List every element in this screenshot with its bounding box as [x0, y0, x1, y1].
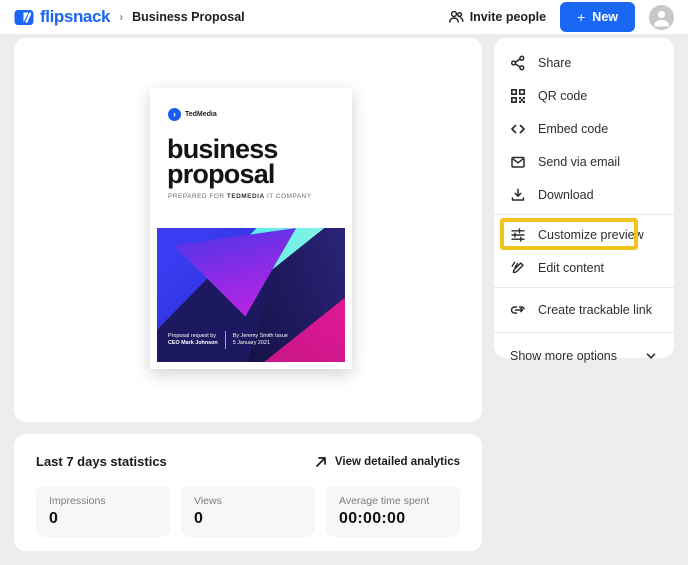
menu-divider [494, 332, 674, 333]
show-more-options[interactable]: Show more options [494, 336, 674, 376]
menu-item-qr-code[interactable]: QR code [494, 79, 674, 112]
menu-item-share[interactable]: Share [494, 46, 674, 79]
flipsnack-logo-icon [14, 9, 35, 26]
breadcrumb-chevron: › [119, 10, 123, 24]
logo-wordmark: flipsnack [40, 7, 110, 27]
user-avatar[interactable] [649, 5, 674, 30]
cover-footer-right: By Jeremy Smith Issue 5 January 2021 [233, 333, 288, 347]
cover-footer-left: Proposal request by CEO Mark Johnson [168, 333, 218, 347]
people-icon [448, 9, 464, 25]
flipsnack-logo[interactable]: flipsnack [14, 7, 110, 27]
qr-code-icon [510, 88, 526, 104]
menu-divider [494, 214, 674, 215]
actions-sidebar: Share QR code Embed code [494, 38, 674, 358]
share-icon [510, 55, 526, 71]
tedmedia-logo: › TedMedia [168, 108, 217, 121]
new-button[interactable]: + New [560, 2, 635, 32]
stats-title: Last 7 days statistics [36, 454, 167, 469]
menu-item-embed-code[interactable]: Embed code [494, 112, 674, 145]
tedmedia-logo-icon: › [168, 108, 181, 121]
flipbook-cover[interactable]: › TedMedia business proposal PREPARED FO… [150, 88, 352, 369]
chevron-down-icon [644, 349, 658, 363]
menu-item-send-email[interactable]: Send via email [494, 145, 674, 178]
arrow-up-right-icon [314, 455, 328, 469]
menu-item-edit-content[interactable]: Edit content [494, 251, 674, 284]
cover-subtitle: PREPARED FOR TEDMEDIA IT COMPANY [168, 193, 312, 200]
plus-icon: + [577, 12, 585, 22]
menu-item-trackable-link[interactable]: Create trackable link [494, 291, 674, 329]
email-icon [510, 154, 526, 170]
invite-people-button[interactable]: Invite people [448, 9, 546, 25]
stat-card-average-time: Average time spent 00:00:00 [326, 486, 460, 537]
menu-item-customize-preview[interactable]: Customize preview [494, 218, 674, 251]
avatar-person-icon [649, 5, 674, 30]
new-button-label: New [592, 10, 618, 24]
cover-artwork: Proposal request by CEO Mark Johnson By … [157, 228, 345, 362]
sliders-icon [510, 227, 526, 243]
trackable-link-icon [510, 302, 526, 318]
stat-card-impressions: Impressions 0 [36, 486, 170, 537]
preview-panel: › TedMedia business proposal PREPARED FO… [14, 38, 482, 422]
menu-item-download[interactable]: Download [494, 178, 674, 211]
top-header: flipsnack › Business Proposal Invite peo… [0, 0, 688, 34]
cover-footer: Proposal request by CEO Mark Johnson By … [168, 331, 288, 349]
cover-page: › TedMedia business proposal PREPARED FO… [157, 95, 345, 362]
menu-divider [494, 287, 674, 288]
cover-title: business proposal [167, 137, 278, 187]
view-analytics-link[interactable]: View detailed analytics [314, 455, 460, 469]
breadcrumb: Business Proposal [132, 10, 245, 24]
invite-people-label: Invite people [470, 10, 546, 24]
embed-code-icon [510, 121, 526, 137]
statistics-panel: Last 7 days statistics View detailed ana… [14, 434, 482, 551]
stat-card-views: Views 0 [181, 486, 315, 537]
edit-pen-icon [510, 260, 526, 276]
footer-divider [225, 331, 226, 349]
download-icon [510, 187, 526, 203]
